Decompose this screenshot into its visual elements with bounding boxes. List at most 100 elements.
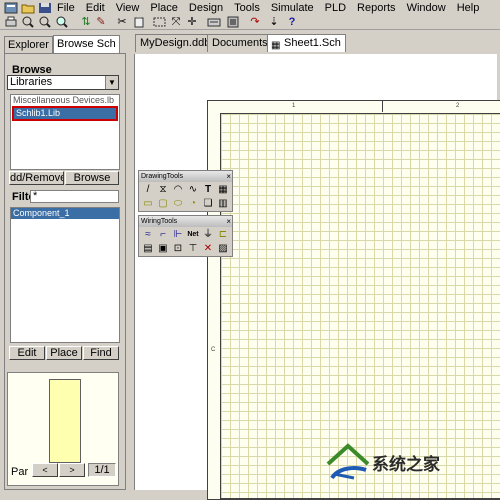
tab-mydesign-ddb[interactable]: MyDesign.ddb: [135, 34, 216, 52]
zoom-fit-icon[interactable]: [54, 15, 70, 29]
sort-icon[interactable]: ⇣: [266, 15, 282, 29]
wiring-tools-row-2: ▤ ▣ ⊡ ⊤ ✕ ▨: [142, 243, 229, 255]
top-bar: File Edit View Place Design Tools Simula…: [0, 0, 500, 30]
schematic-doc-icon: ▦: [271, 40, 281, 51]
select-icon[interactable]: [152, 15, 168, 29]
menu-view[interactable]: View: [115, 1, 141, 15]
next-part-button[interactable]: >: [59, 463, 85, 477]
pld-icon[interactable]: [225, 15, 241, 29]
array-tool-icon[interactable]: ▥: [217, 198, 229, 210]
sheet-symbol-tool-icon[interactable]: ▤: [142, 243, 154, 255]
menu-design[interactable]: Design: [188, 1, 224, 15]
drawing-tools-titlebar[interactable]: DrawingTools ×: [139, 171, 232, 182]
menu-window[interactable]: Window: [406, 1, 447, 15]
close-icon[interactable]: ×: [226, 216, 231, 227]
drawing-tools-row-2: ▭ ▢ ⬭ ◔ ❏ ▥: [142, 198, 229, 210]
menu-file[interactable]: File: [56, 1, 76, 15]
wire-icon[interactable]: ✎: [93, 15, 109, 29]
menu-help[interactable]: Help: [456, 1, 481, 15]
component-item[interactable]: Component_1: [11, 208, 119, 219]
zone-label-top-2: 2: [456, 103, 460, 109]
ellipse-tool-icon[interactable]: ⬭: [172, 198, 184, 210]
zoom-out-icon[interactable]: [37, 15, 53, 29]
chevron-down-icon[interactable]: ▼: [105, 76, 118, 89]
save-icon[interactable]: [37, 1, 53, 15]
deselect-icon[interactable]: ⤧: [168, 15, 184, 29]
part-counter: 1/1: [88, 463, 116, 477]
edit-button[interactable]: Edit: [9, 346, 45, 360]
chevron-right-icon: >: [69, 465, 75, 475]
filter-icon[interactable]: ↷: [247, 15, 263, 29]
filter-input[interactable]: *: [30, 190, 119, 203]
text-tool-icon[interactable]: T: [202, 184, 214, 196]
bus-entry-tool-icon[interactable]: ⊩: [172, 229, 184, 241]
wiring-tools-palette: WiringTools × ≈ ⌐ ⊩ Net ⏚ ⊏ ▤ ▣ ⊡ ⊤ ✕ ▨: [138, 215, 233, 257]
add-remove-button[interactable]: dd/Remove: [9, 171, 64, 185]
drawing-tools-title: DrawingTools: [141, 173, 184, 180]
bus-tool-icon[interactable]: ⌐: [157, 229, 169, 241]
menu-pld[interactable]: PLD: [324, 1, 347, 15]
app-menu-icon[interactable]: [3, 1, 19, 15]
arrows-icon[interactable]: ⇅: [78, 15, 94, 29]
find-button[interactable]: Find: [83, 346, 119, 360]
library-item-selected[interactable]: Schlib1.Lib: [12, 106, 118, 121]
menu-place[interactable]: Place: [149, 1, 179, 15]
wiring-tools-title: WiringTools: [141, 218, 178, 225]
component-list[interactable]: Component_1: [10, 207, 120, 343]
prev-part-button[interactable]: <: [32, 463, 58, 477]
junction-tool-icon[interactable]: ⊤: [187, 243, 199, 255]
line-tool-icon[interactable]: /: [142, 184, 154, 196]
textframe-tool-icon[interactable]: ▦: [217, 184, 229, 196]
design-manager-panel: Explorer Browse Sch Browse Libraries ▼ M…: [0, 31, 128, 490]
chevron-left-icon: <: [42, 465, 48, 475]
house-logo-icon: [326, 443, 370, 480]
part-label: Par: [11, 466, 29, 478]
schematic-workspace[interactable]: 1 2 C: [134, 54, 500, 500]
graphic-tool-icon[interactable]: ❏: [202, 198, 214, 210]
menu-reports[interactable]: Reports: [356, 1, 397, 15]
move-icon[interactable]: ✛: [184, 15, 200, 29]
help-icon[interactable]: ?: [284, 15, 300, 29]
paste-icon[interactable]: [131, 15, 147, 29]
component-symbol: [49, 379, 81, 463]
watermark-logo: 系统之家: [324, 440, 494, 484]
filter-value: *: [33, 190, 38, 202]
tab-documents[interactable]: Documents: [207, 34, 273, 52]
no-erc-tool-icon[interactable]: ✕: [202, 243, 214, 255]
polygon-tool-icon[interactable]: ⧖: [157, 184, 169, 196]
wiring-tools-titlebar[interactable]: WiringTools ×: [139, 216, 232, 227]
port-tool-icon[interactable]: ⊡: [172, 243, 184, 255]
place-button[interactable]: Place: [46, 346, 82, 360]
rectangle-tool-icon[interactable]: ▭: [142, 198, 154, 210]
arc-tool-icon[interactable]: ◠: [172, 184, 184, 196]
round-rect-tool-icon[interactable]: ▢: [157, 198, 169, 210]
tab-sheet1-sch[interactable]: ▦ Sheet1.Sch: [267, 34, 346, 52]
component-preview: Par < > 1/1: [7, 372, 119, 486]
bezier-tool-icon[interactable]: ∿: [187, 184, 199, 196]
wire-tool-icon[interactable]: ≈: [142, 229, 154, 241]
simulate-icon[interactable]: [206, 15, 222, 29]
pcb-layout-tool-icon[interactable]: ▨: [217, 243, 229, 255]
cut-icon[interactable]: ✂: [114, 15, 130, 29]
close-icon[interactable]: ×: [226, 171, 231, 182]
zone-divider: [382, 101, 383, 112]
library-list[interactable]: Miscellaneous Devices.lb Schlib1.Lib: [10, 94, 120, 170]
tab-browse-sch[interactable]: Browse Sch: [53, 35, 120, 53]
power-port-tool-icon[interactable]: ⏚: [202, 229, 214, 241]
net-label-tool-icon[interactable]: Net: [187, 229, 199, 241]
part-tool-icon[interactable]: ⊏: [217, 229, 229, 241]
open-folder-icon[interactable]: [20, 1, 36, 15]
zoom-in-icon[interactable]: [20, 15, 36, 29]
browse-button[interactable]: Browse: [65, 171, 119, 185]
print-icon[interactable]: [3, 15, 19, 29]
menu-tools[interactable]: Tools: [233, 1, 261, 15]
sheet-entry-tool-icon[interactable]: ▣: [157, 243, 169, 255]
menu-simulate[interactable]: Simulate: [270, 1, 315, 15]
library-item[interactable]: Miscellaneous Devices.lb: [11, 95, 119, 106]
tab-explorer[interactable]: Explorer: [4, 36, 53, 53]
browse-type-select[interactable]: Libraries ▼: [7, 75, 119, 90]
watermark-text: 系统之家: [372, 455, 440, 475]
zone-label-top-1: 1: [292, 103, 296, 109]
menu-edit[interactable]: Edit: [85, 1, 106, 15]
pie-tool-icon[interactable]: ◔: [187, 198, 199, 210]
